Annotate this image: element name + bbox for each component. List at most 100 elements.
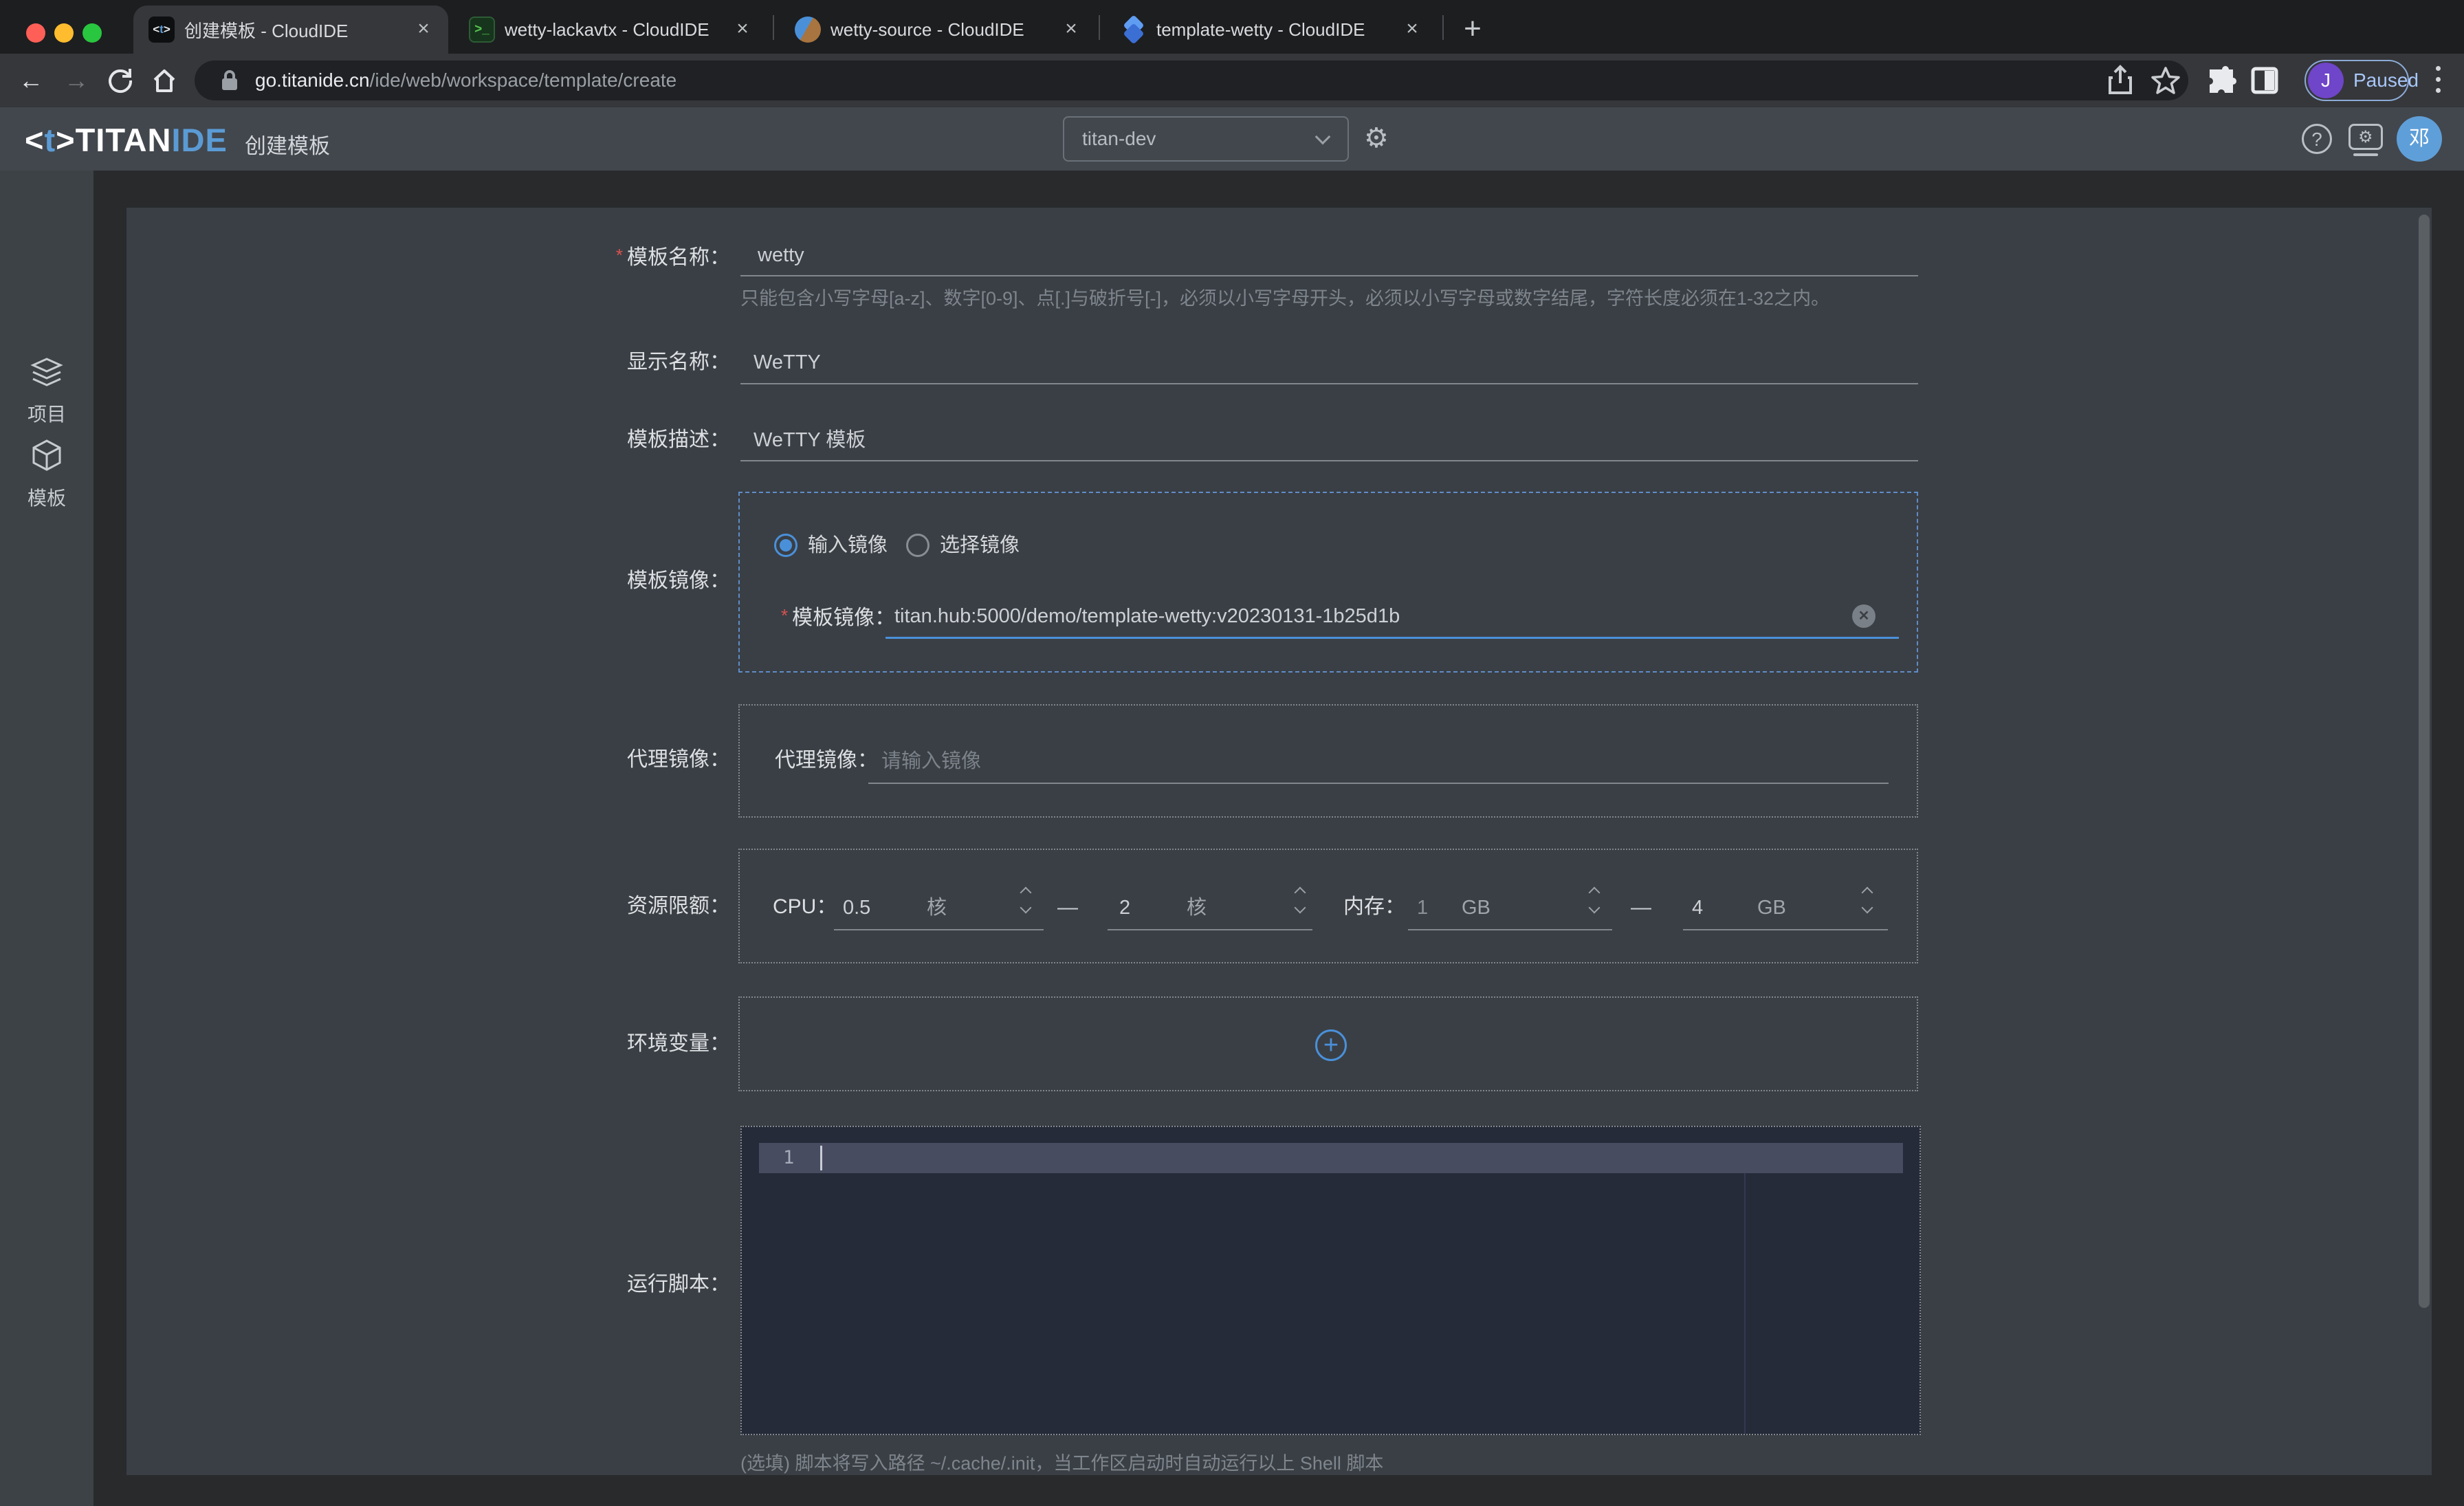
forward-button[interactable]: → [58, 62, 95, 99]
description-input[interactable]: WeTTY 模板 [754, 426, 866, 455]
cpu-max-input[interactable]: 2 [1119, 893, 1130, 922]
sidebar-item-projects[interactable]: 项目 [0, 356, 94, 427]
stepper-arrows-icon[interactable] [1019, 888, 1033, 912]
resources-section-box: CPU： 0.5 核 — 2 核 内存： 1 GB — 4 GB [738, 849, 1918, 963]
workspace-select[interactable]: titan-dev [1063, 116, 1349, 162]
stepper-arrows-icon[interactable] [1860, 888, 1874, 912]
tab-create-template[interactable]: <t> 创建模板 - CloudIDE × [133, 6, 448, 54]
url-host: go.titanide.cn [255, 69, 370, 91]
script-code-editor[interactable]: 1 [740, 1126, 1921, 1435]
tab-wetty-source[interactable]: wetty-source - CloudIDE × [780, 6, 1096, 54]
cube-icon [29, 437, 65, 473]
screen: <t> 创建模板 - CloudIDE × >_ wetty-lackavtx … [0, 0, 2464, 1506]
input-underline [868, 783, 1889, 784]
browser-toolbar: ← → go.titanide.cn/ide/web/workspace/tem… [0, 54, 2464, 107]
cpu-min-input[interactable]: 0.5 [843, 893, 870, 922]
sidebar-item-label: 模板 [0, 483, 94, 511]
tab-close-icon[interactable]: × [1059, 17, 1084, 42]
address-bar[interactable]: go.titanide.cn/ide/web/workspace/templat… [195, 61, 2188, 100]
description-label: 模板描述： [538, 426, 730, 455]
range-dash: — [1057, 893, 1078, 922]
titanide-favicon: <t> [148, 17, 175, 43]
proxy-section-box: 代理镜像： 请输入镜像 [738, 704, 1918, 818]
bookmark-star-icon[interactable] [2148, 63, 2184, 98]
chevron-down-icon [1315, 129, 1331, 145]
image-section-label: 模板镜像： [538, 567, 730, 596]
proxy-field-label: 代理镜像： [775, 747, 878, 774]
new-tab-button[interactable]: + [1453, 11, 1492, 50]
cpu-label: CPU： [773, 893, 837, 921]
env-section-box: + [738, 996, 1918, 1091]
template-name-input[interactable]: wetty [758, 241, 804, 270]
stepper-arrows-icon[interactable] [1293, 888, 1307, 912]
window-close-button[interactable] [26, 23, 45, 43]
input-underline [1108, 929, 1312, 930]
proxy-field-input[interactable]: 请输入镜像 [881, 747, 981, 776]
resources-section-label: 资源限额： [538, 892, 730, 921]
scrollbar-thumb[interactable] [2419, 215, 2430, 1308]
radio-select-image-label[interactable]: 选择镜像 [940, 532, 1020, 559]
add-env-variable-button[interactable]: + [1315, 1029, 1347, 1061]
script-note: (选填) 脚本将写入路径 ~/.cache/.init，当工作区启动时自动运行以… [740, 1448, 1383, 1475]
tab-title: wetty-lackavtx - CloudIDE [505, 19, 720, 41]
console-settings-icon[interactable]: ⚙ [2348, 124, 2383, 150]
profile-avatar: J [2308, 63, 2344, 98]
url-path: /ide/web/workspace/template/create [370, 69, 677, 91]
terminal-favicon: >_ [469, 17, 495, 43]
settings-gear-icon[interactable]: ⚙ [1364, 122, 1389, 154]
workspace-select-value: titan-dev [1082, 128, 1317, 150]
editor-ruler-line [1744, 1173, 1746, 1434]
memory-label: 内存： [1343, 893, 1405, 921]
input-underline [1683, 929, 1888, 930]
display-name-label: 显示名称： [538, 348, 730, 377]
template-name-label: *模板名称： [538, 241, 730, 270]
editor-current-line [759, 1143, 1903, 1173]
sidebar: 项目 模板 [0, 171, 94, 1506]
diamond-favicon [1121, 17, 1147, 43]
fish-favicon [795, 17, 821, 43]
radio-input-image-label[interactable]: 输入镜像 [808, 532, 888, 559]
user-avatar[interactable]: 邓 [2397, 116, 2442, 162]
script-section-label: 运行脚本： [538, 1270, 730, 1299]
memory-min-input[interactable]: 1 [1417, 893, 1428, 922]
tab-close-icon[interactable]: × [411, 17, 436, 42]
reload-button[interactable] [102, 62, 139, 99]
tab-title: wetty-source - CloudIDE [830, 19, 1049, 41]
image-field-input[interactable]: titan.hub:5000/demo/template-wetty:v2023… [894, 602, 1400, 631]
lock-icon[interactable] [219, 69, 240, 92]
help-icon[interactable]: ? [2302, 124, 2332, 154]
range-dash: — [1631, 893, 1651, 922]
tab-close-icon[interactable]: × [1400, 17, 1424, 42]
app-logo[interactable]: <t>TITANIDE [25, 121, 228, 159]
window-zoom-button[interactable] [82, 23, 102, 43]
focused-input-underline [886, 637, 1899, 639]
extensions-puzzle-icon[interactable] [2203, 63, 2238, 98]
tab-wetty-lackavtx[interactable]: >_ wetty-lackavtx - CloudIDE × [454, 6, 767, 54]
home-button[interactable] [146, 62, 183, 99]
radio-input-image[interactable] [774, 534, 798, 557]
back-button[interactable]: ← [12, 62, 50, 99]
sidebar-item-label: 项目 [0, 400, 94, 427]
input-underline [740, 383, 1918, 384]
template-name-help: 只能包含小写字母[a-z]、数字[0-9]、点[.]与破折号[-]，必须以小写字… [740, 283, 1829, 310]
memory-max-unit: GB [1757, 893, 1786, 922]
browser-menu-icon[interactable] [2436, 66, 2441, 99]
page-title: 创建模板 [245, 129, 330, 160]
radio-select-image[interactable] [906, 534, 930, 557]
display-name-input[interactable]: WeTTY [754, 348, 821, 377]
tab-template-wetty[interactable]: template-wetty - CloudIDE × [1106, 6, 1437, 54]
memory-max-input[interactable]: 4 [1692, 893, 1703, 922]
stepper-arrows-icon[interactable] [1587, 888, 1601, 912]
tab-separator [773, 15, 774, 40]
sidebar-item-templates[interactable]: 模板 [0, 437, 94, 511]
tab-close-icon[interactable]: × [730, 17, 755, 42]
window-minimize-button[interactable] [54, 23, 74, 43]
input-underline [1408, 929, 1612, 930]
editor-caret [820, 1146, 822, 1170]
share-icon[interactable] [2102, 63, 2138, 98]
profile-button[interactable]: J Paused [2304, 60, 2409, 101]
profile-status: Paused [2353, 69, 2419, 91]
clear-input-icon[interactable]: ✕ [1852, 604, 1876, 628]
side-panel-icon[interactable] [2247, 63, 2282, 98]
input-underline [740, 275, 1918, 276]
